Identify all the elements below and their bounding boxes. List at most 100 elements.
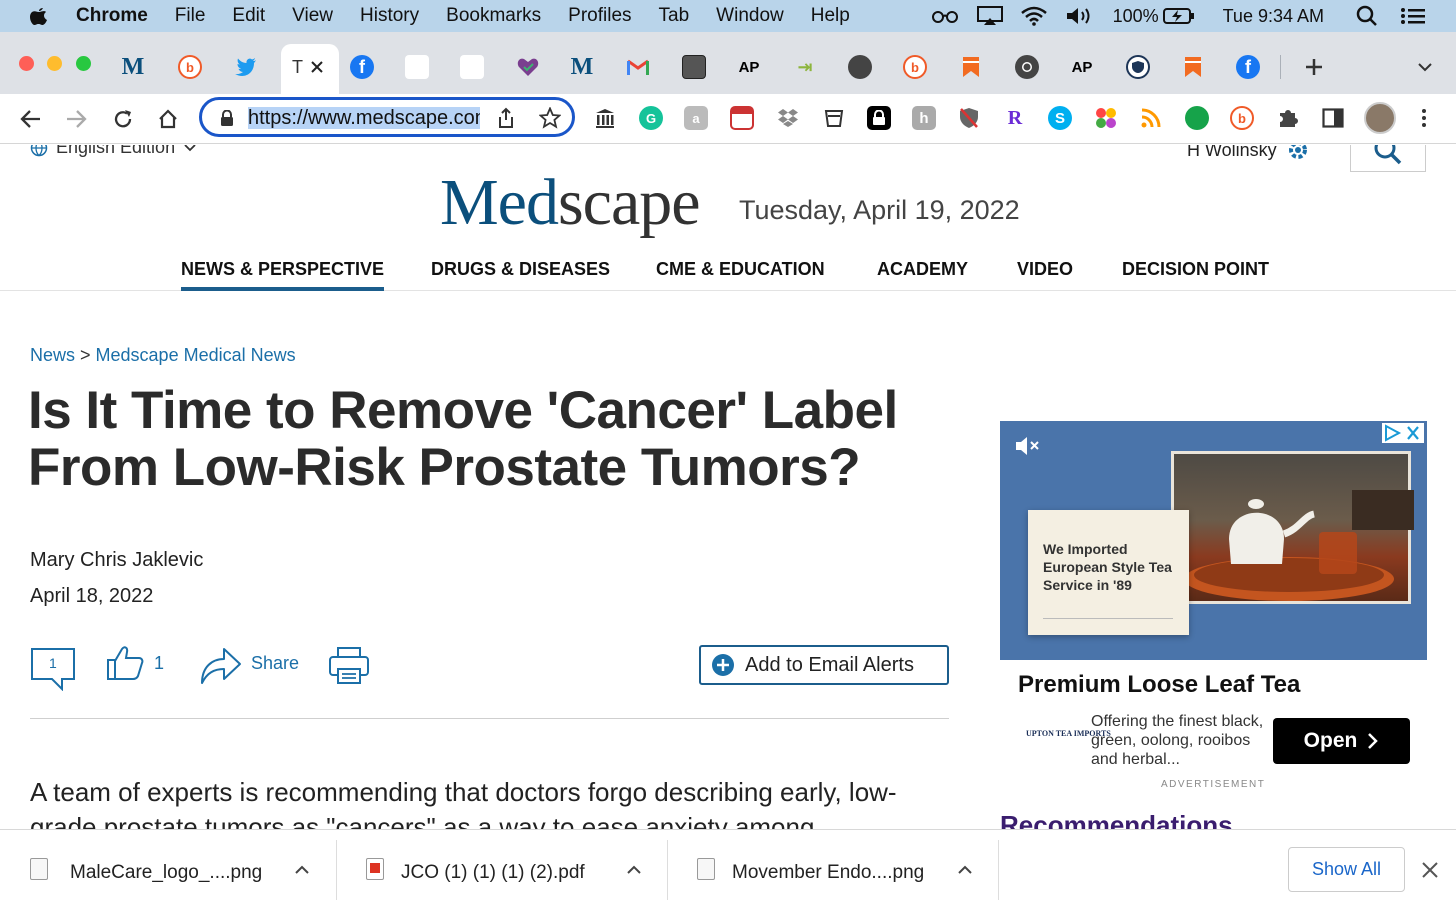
chrome-menu-icon[interactable] bbox=[1412, 106, 1436, 130]
rss-icon[interactable] bbox=[1139, 106, 1163, 130]
ad-headline[interactable]: Premium Loose Leaf Tea bbox=[1018, 671, 1300, 699]
share-label[interactable]: Share bbox=[251, 653, 299, 674]
tab-favicon-arrow[interactable]: ⇥ bbox=[793, 55, 817, 79]
tab-favicon-medscape-2[interactable]: M bbox=[570, 54, 594, 80]
bitly-extension-icon[interactable]: b bbox=[1230, 106, 1254, 130]
menu-window[interactable]: Window bbox=[716, 5, 784, 27]
menu-profiles[interactable]: Profiles bbox=[568, 5, 631, 27]
settings-gear-icon[interactable] bbox=[1285, 145, 1311, 163]
tab-favicon-blank-2[interactable] bbox=[460, 55, 484, 79]
tab-favicon-facebook-2[interactable]: f bbox=[1236, 55, 1260, 79]
apple-icon[interactable] bbox=[28, 5, 50, 27]
advertisement[interactable]: We Imported European Style Tea Service i… bbox=[1000, 421, 1427, 791]
back-button[interactable] bbox=[16, 104, 46, 134]
ad-open-button[interactable]: Open bbox=[1273, 718, 1410, 764]
tab-favicon-gmail[interactable] bbox=[626, 55, 650, 79]
tab-favicon-globe[interactable] bbox=[848, 55, 872, 79]
address-bar[interactable]: https://www.medscape.com/ bbox=[199, 97, 575, 137]
forward-button[interactable] bbox=[61, 104, 91, 134]
airplay-icon[interactable] bbox=[976, 6, 1003, 26]
tab-favicon-bitly[interactable]: b bbox=[178, 55, 202, 79]
zoom-window-button[interactable] bbox=[76, 56, 91, 71]
ad-description[interactable]: Offering the finest black, green, oolong… bbox=[1091, 712, 1271, 769]
extensions-puzzle-icon[interactable] bbox=[1276, 106, 1300, 130]
chevron-up-icon[interactable] bbox=[624, 860, 644, 880]
profile-avatar[interactable] bbox=[1364, 102, 1396, 134]
minimize-window-button[interactable] bbox=[47, 56, 62, 71]
breadcrumb-medscape-medical-news[interactable]: Medscape Medical News bbox=[96, 345, 296, 365]
extension-h-icon[interactable]: h bbox=[912, 106, 936, 130]
edition-selector[interactable]: English Edition bbox=[30, 145, 197, 158]
tab-favicon-shield[interactable] bbox=[1126, 55, 1150, 79]
add-to-email-alerts-button[interactable]: Add to Email Alerts bbox=[699, 645, 949, 685]
tab-favicon-bookmark[interactable] bbox=[959, 55, 983, 79]
lock-icon[interactable] bbox=[220, 110, 234, 127]
download-item[interactable]: MaleCare_logo_....png bbox=[0, 830, 336, 910]
nav-cme-education[interactable]: CME & EDUCATION bbox=[656, 259, 825, 280]
chevron-up-icon[interactable] bbox=[955, 860, 975, 880]
menu-help[interactable]: Help bbox=[811, 5, 850, 27]
nav-decision-point[interactable]: DECISION POINT bbox=[1122, 259, 1269, 280]
extension-library-icon[interactable] bbox=[593, 106, 617, 130]
cup-extension-icon[interactable] bbox=[822, 106, 846, 130]
glasses-icon[interactable] bbox=[931, 8, 959, 24]
menubar-clock[interactable]: Tue 9:34 AM bbox=[1223, 6, 1324, 27]
article-author[interactable]: Mary Chris Jaklevic bbox=[30, 549, 203, 572]
grammarly-icon[interactable]: G bbox=[639, 106, 663, 130]
battery-charging-icon[interactable] bbox=[1162, 7, 1195, 25]
side-panel-icon[interactable] bbox=[1321, 106, 1345, 130]
nav-academy[interactable]: ACADEMY bbox=[877, 259, 968, 280]
tab-favicon-ap-2[interactable]: AP bbox=[1070, 55, 1094, 79]
share-button[interactable] bbox=[198, 645, 242, 690]
home-button[interactable] bbox=[153, 104, 183, 134]
share-page-icon[interactable] bbox=[496, 107, 516, 129]
download-item[interactable]: JCO (1) (1) (1) (2).pdf bbox=[336, 830, 667, 910]
tab-favicon-bitly-2[interactable]: b bbox=[903, 55, 927, 79]
shield-extension-icon[interactable] bbox=[957, 106, 981, 130]
wifi-icon[interactable] bbox=[1020, 6, 1047, 26]
tab-favicon-bookmark-2[interactable] bbox=[1181, 55, 1205, 79]
close-tab-icon[interactable] bbox=[310, 60, 324, 74]
menu-bookmarks[interactable]: Bookmarks bbox=[446, 5, 541, 27]
comments-button[interactable]: 1 bbox=[30, 645, 76, 696]
reload-button[interactable] bbox=[108, 104, 138, 134]
nav-video[interactable]: VIDEO bbox=[1017, 259, 1073, 280]
menu-edit[interactable]: Edit bbox=[232, 5, 265, 27]
medscape-logo[interactable]: Medscape bbox=[440, 163, 701, 243]
tab-favicon-ap[interactable]: AP bbox=[737, 55, 761, 79]
user-menu[interactable]: H Wolinsky bbox=[1187, 145, 1311, 163]
tab-favicon-twitter[interactable] bbox=[234, 55, 258, 79]
print-button[interactable] bbox=[328, 645, 370, 690]
tab-favicon-blank[interactable] bbox=[405, 55, 429, 79]
menu-history[interactable]: History bbox=[360, 5, 419, 27]
site-search-button[interactable] bbox=[1350, 145, 1426, 172]
close-downloads-icon[interactable] bbox=[1418, 858, 1442, 882]
tab-favicon-photo[interactable] bbox=[682, 55, 706, 79]
show-all-downloads-button[interactable]: Show All bbox=[1288, 847, 1405, 892]
r-extension-icon[interactable]: R bbox=[1003, 106, 1027, 130]
mute-icon[interactable] bbox=[1014, 435, 1040, 457]
apps-extension-icon[interactable] bbox=[1094, 106, 1118, 130]
breadcrumb-news[interactable]: News bbox=[30, 345, 75, 365]
bookmark-star-icon[interactable] bbox=[539, 107, 561, 129]
spotlight-search-icon[interactable] bbox=[1356, 5, 1378, 27]
lock-extension-icon[interactable] bbox=[867, 106, 891, 130]
close-window-button[interactable] bbox=[19, 56, 34, 71]
dropbox-icon[interactable] bbox=[776, 106, 800, 130]
calendar-extension-icon[interactable] bbox=[730, 106, 754, 130]
menu-app-chrome[interactable]: Chrome bbox=[76, 5, 148, 27]
tab-favicon-heart[interactable] bbox=[516, 55, 540, 79]
ad-image[interactable]: We Imported European Style Tea Service i… bbox=[1000, 421, 1427, 660]
volume-icon[interactable] bbox=[1065, 6, 1095, 26]
tab-favicon-facebook[interactable]: f bbox=[350, 55, 374, 79]
skype-icon[interactable]: S bbox=[1048, 106, 1072, 130]
menu-tab[interactable]: Tab bbox=[659, 5, 690, 27]
download-item[interactable]: Movember Endo....png bbox=[667, 830, 998, 910]
menu-view[interactable]: View bbox=[292, 5, 333, 27]
chevron-up-icon[interactable] bbox=[292, 860, 312, 880]
tab-favicon-chrome[interactable] bbox=[1015, 55, 1039, 79]
new-tab-button[interactable] bbox=[1302, 55, 1326, 79]
menu-file[interactable]: File bbox=[175, 5, 206, 27]
nav-news-perspective[interactable]: NEWS & PERSPECTIVE bbox=[181, 259, 385, 291]
tab-active[interactable]: T bbox=[281, 44, 339, 94]
